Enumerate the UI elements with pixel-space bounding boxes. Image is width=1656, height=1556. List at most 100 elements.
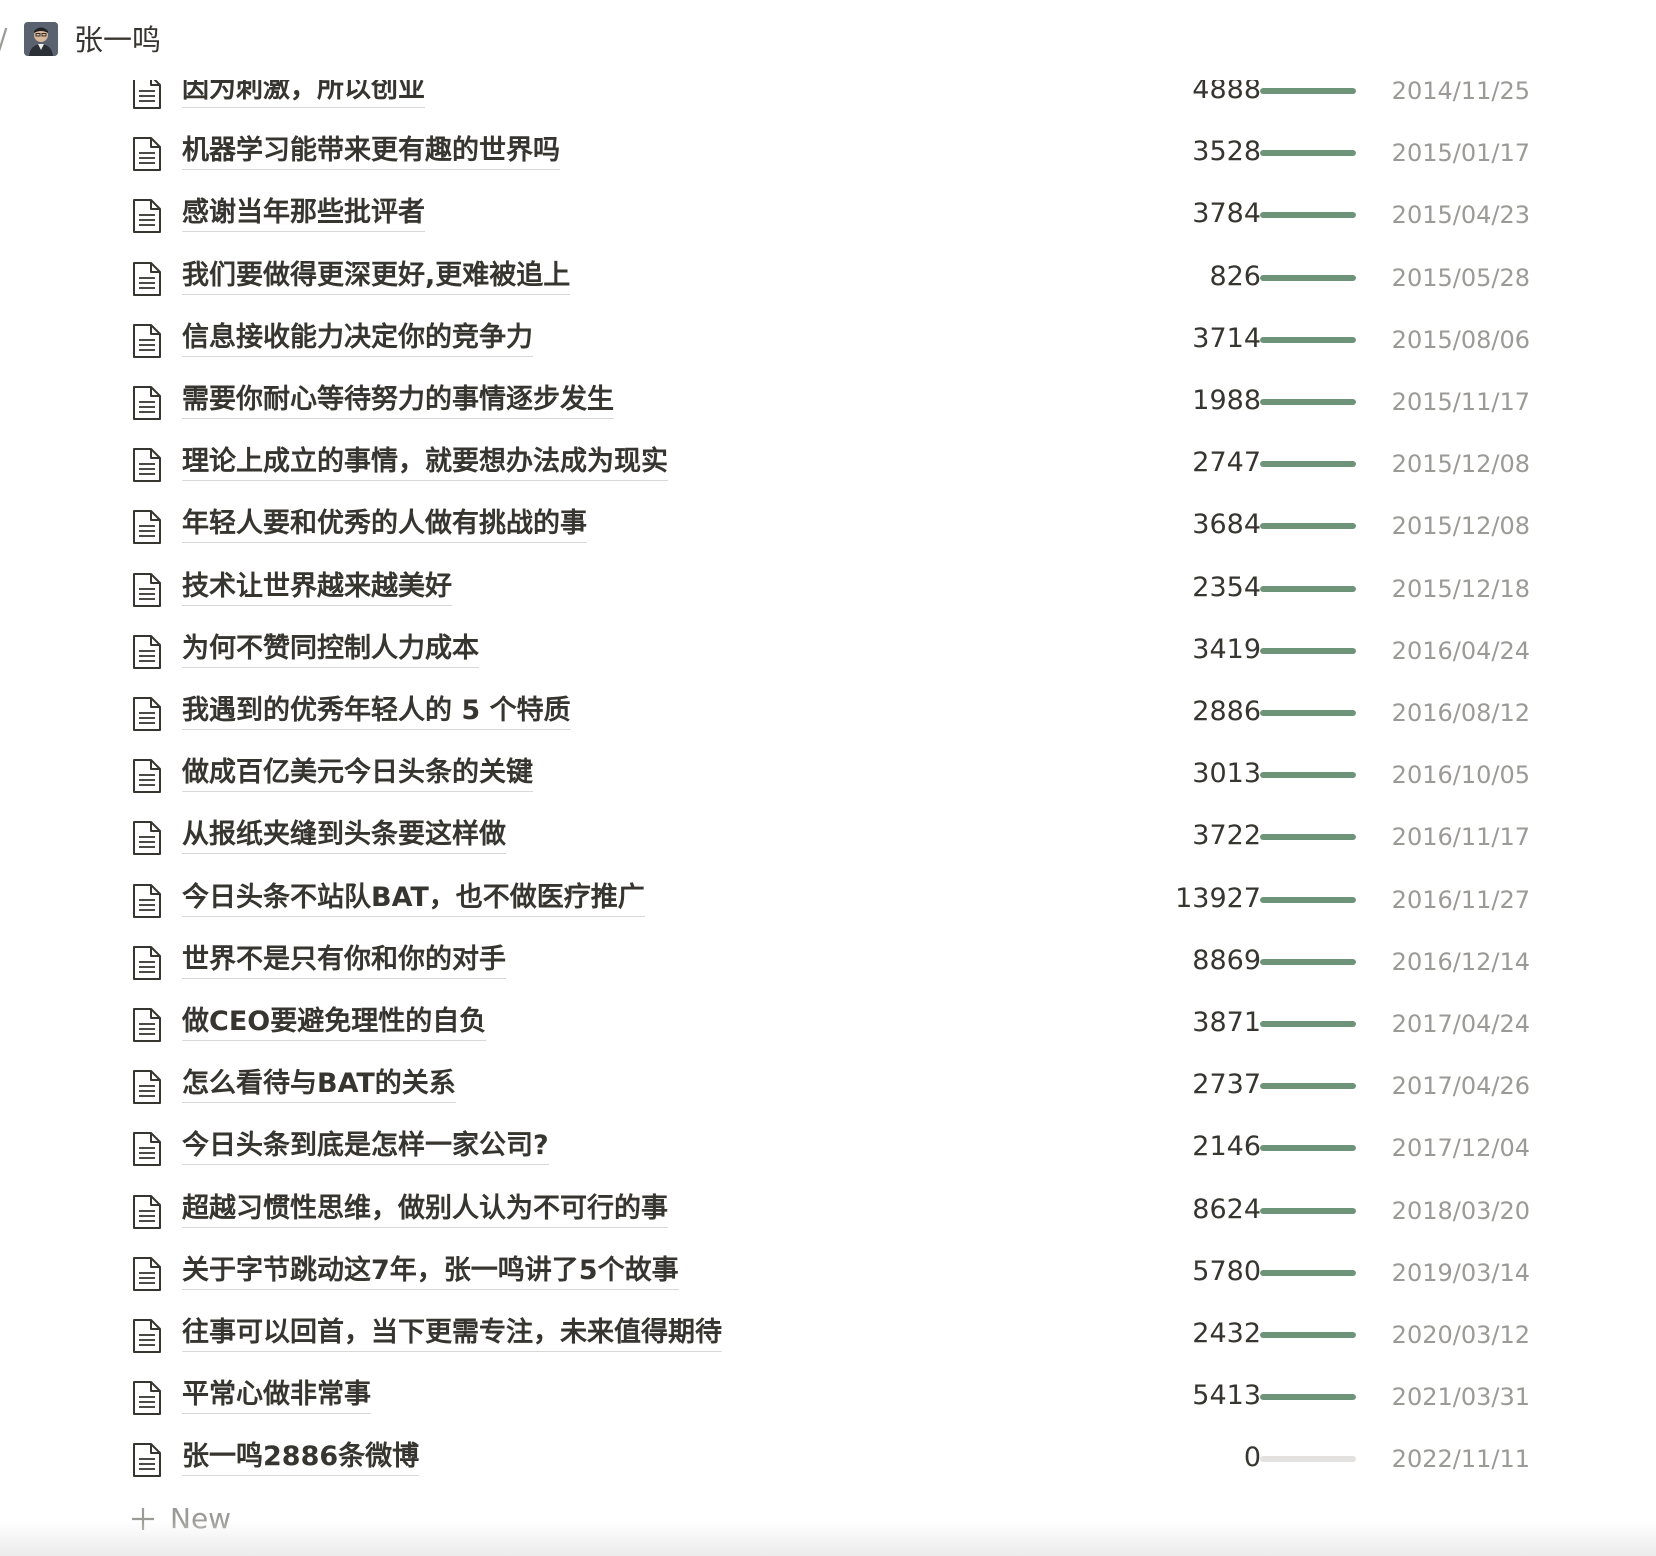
page-title-link[interactable]: 我遇到的优秀年轻人的 5 个特质 (182, 694, 571, 730)
page-title-link[interactable]: 做成百亿美元今日头条的关键 (182, 756, 533, 793)
page-icon (133, 883, 161, 918)
page-title-link[interactable]: 从报纸夹缝到头条要这样做 (182, 818, 506, 855)
page-title-link[interactable]: 理论上成立的事情，就要想办法成为现实 (182, 445, 668, 482)
page-title-link[interactable]: 年轻人要和优秀的人做有挑战的事 (182, 507, 587, 544)
created-date: 2021/03/31 (1391, 1383, 1530, 1412)
page-title-link[interactable]: 机器学习能带来更有趣的世界吗 (182, 134, 560, 171)
list-item[interactable]: 往事可以回首，当下更需专注，未来值得期待 2432 2020/03/12 (0, 1304, 1656, 1366)
page-title-link[interactable]: 感谢当年那些批评者 (182, 196, 425, 233)
word-count: 13927 (1175, 882, 1261, 914)
list-item[interactable]: 怎么看待与BAT的关系 2737 2017/04/26 (0, 1055, 1656, 1117)
list-item[interactable]: 需要你耐心等待努力的事情逐步发生 1988 2015/11/17 (0, 371, 1656, 433)
progress-fill (1260, 88, 1356, 94)
page-icon (133, 1443, 161, 1478)
list-item[interactable]: 从报纸夹缝到头条要这样做 3722 2016/11/17 (0, 806, 1656, 868)
created-date: 2015/08/06 (1391, 325, 1530, 354)
bottom-edge (0, 1520, 1656, 1556)
list-item[interactable]: 做CEO要避免理性的自负 3871 2017/04/24 (0, 993, 1656, 1055)
page-icon (133, 386, 161, 420)
progress-fill (1260, 399, 1356, 405)
page-icon (133, 697, 161, 731)
avatar[interactable] (24, 22, 58, 56)
word-count: 3419 (1192, 633, 1261, 665)
progress-fill (1260, 1207, 1356, 1214)
page-title-link[interactable]: 张一鸣2886条微博 (182, 1440, 420, 1477)
created-date: 2015/12/08 (1391, 450, 1530, 479)
progress-bar (1260, 585, 1356, 592)
created-date: 2015/12/08 (1391, 512, 1530, 541)
page-title-link[interactable]: 我们要做得更深更好,更难被追上 (182, 259, 571, 295)
created-date: 2019/03/14 (1391, 1258, 1530, 1287)
page-title-link[interactable]: 关于字节跳动这7年，张一鸣讲了5个故事 (182, 1254, 679, 1290)
word-count: 3871 (1192, 1007, 1261, 1038)
progress-bar (1260, 647, 1356, 654)
created-date: 2015/11/17 (1391, 388, 1530, 416)
word-count: 3714 (1192, 322, 1261, 354)
created-date: 2016/11/17 (1391, 823, 1530, 852)
created-date: 2015/04/23 (1391, 201, 1530, 230)
list-item[interactable]: 关于字节跳动这7年，张一鸣讲了5个故事 5780 2019/03/14 (0, 1242, 1656, 1304)
progress-bar (1260, 336, 1356, 343)
progress-fill (1260, 585, 1356, 592)
page-title-link[interactable]: 为何不赞同控制人力成本 (182, 632, 479, 668)
created-date: 2022/11/11 (1391, 1445, 1530, 1474)
page-title-link[interactable]: 超越习惯性思维，做别人认为不可行的事 (182, 1192, 668, 1228)
page-icon (133, 261, 161, 296)
progress-bar (1260, 1021, 1356, 1027)
list-item[interactable]: 为何不赞同控制人力成本 3419 2016/04/24 (0, 620, 1656, 682)
page-icon (133, 199, 161, 234)
page-title-link[interactable]: 技术让世界越来越美好 (182, 570, 452, 606)
progress-fill (1260, 1145, 1356, 1152)
page-title-link[interactable]: 往事可以回首，当下更需专注，未来值得期待 (182, 1316, 722, 1352)
word-count: 8869 (1192, 944, 1261, 976)
progress-fill (1260, 274, 1356, 281)
list-item[interactable]: 今日头条到底是怎样一家公司? 2146 2017/12/04 (0, 1117, 1656, 1179)
word-count: 3528 (1192, 136, 1261, 168)
progress-bar (1260, 958, 1356, 965)
list-item[interactable]: 机器学习能带来更有趣的世界吗 3528 2015/01/17 (0, 122, 1656, 184)
progress-bar (1260, 1269, 1356, 1276)
page: 因为刺激，所以创业 4888 2014/11/25 机器学习能带来更有趣的世界吗 352… (0, 0, 1656, 1556)
word-count: 8624 (1192, 1193, 1261, 1225)
breadcrumb-page-title[interactable]: 张一鸣 (74, 23, 161, 57)
list-item[interactable]: 我遇到的优秀年轻人的 5 个特质 2886 2016/08/12 (0, 682, 1656, 744)
list-item[interactable]: 年轻人要和优秀的人做有挑战的事 3684 2015/12/08 (0, 495, 1656, 557)
breadcrumb-separator: / (0, 22, 7, 55)
list-item[interactable]: 感谢当年那些批评者 3784 2015/04/23 (0, 184, 1656, 246)
list-item[interactable]: 超越习惯性思维，做别人认为不可行的事 8624 2018/03/20 (0, 1180, 1656, 1242)
page-title-link[interactable]: 需要你耐心等待努力的事情逐步发生 (182, 383, 614, 419)
list-item[interactable]: 技术让世界越来越美好 2354 2015/12/18 (0, 558, 1656, 620)
page-title-link[interactable]: 世界不是只有你和你的对手 (182, 943, 506, 979)
list-item[interactable]: 我们要做得更深更好,更难被追上 826 2015/05/28 (0, 247, 1656, 309)
list-item[interactable]: 平常心做非常事 5413 2021/03/31 (0, 1366, 1656, 1428)
progress-fill (1260, 1021, 1356, 1027)
list-item[interactable]: 信息接收能力决定你的竞争力 3714 2015/08/06 (0, 309, 1656, 371)
page-title-link[interactable]: 信息接收能力决定你的竞争力 (182, 321, 533, 357)
page-title-link[interactable]: 平常心做非常事 (182, 1378, 371, 1415)
progress-bar (1260, 896, 1356, 903)
progress-bar (1260, 772, 1356, 779)
progress-bar (1260, 1207, 1356, 1214)
page-icon (133, 945, 161, 980)
page-icon (133, 634, 161, 669)
list-item[interactable]: 做成百亿美元今日头条的关键 3013 2016/10/05 (0, 744, 1656, 806)
progress-fill (1260, 647, 1356, 654)
list-item[interactable]: 理论上成立的事情，就要想办法成为现实 2747 2015/12/08 (0, 433, 1656, 495)
progress-bar (1260, 399, 1356, 405)
page-title-link[interactable]: 怎么看待与BAT的关系 (182, 1067, 456, 1104)
progress-fill (1260, 1269, 1356, 1276)
progress-bar (1260, 88, 1356, 94)
word-count: 2146 (1192, 1131, 1261, 1163)
list-item[interactable]: 今日头条不站队BAT，也不做医疗推广 13927 2016/11/27 (0, 869, 1656, 931)
word-count: 2737 (1192, 1069, 1261, 1101)
page-icon (133, 1381, 161, 1416)
word-count: 826 (1209, 260, 1261, 292)
page-icon (133, 572, 161, 607)
page-title-link[interactable]: 今日头条到底是怎样一家公司? (182, 1129, 549, 1166)
list-item[interactable]: 世界不是只有你和你的对手 8869 2016/12/14 (0, 931, 1656, 993)
page-title-link[interactable]: 今日头条不站队BAT，也不做医疗推广 (182, 881, 645, 917)
page-title-link[interactable]: 做CEO要避免理性的自负 (182, 1005, 487, 1041)
progress-fill (1260, 772, 1356, 779)
list-item[interactable]: 张一鸣2886条微博 0 2022/11/11 (0, 1428, 1656, 1490)
page-icon (133, 821, 161, 856)
